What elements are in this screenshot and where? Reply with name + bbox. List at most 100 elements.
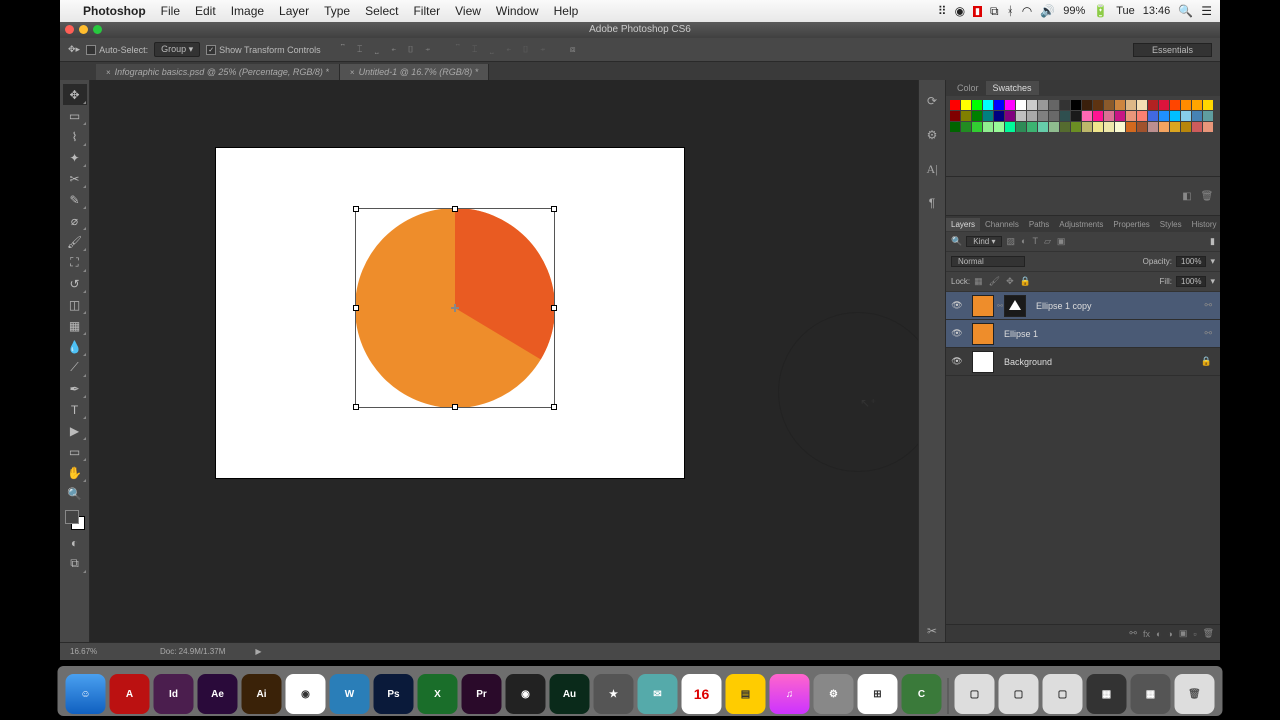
tab-channels[interactable]: Channels [980, 218, 1024, 231]
swatch[interactable] [1159, 122, 1169, 132]
swatch[interactable] [1104, 100, 1114, 110]
transform-controls-checkbox[interactable]: ✓Show Transform Controls [206, 45, 321, 55]
swatch[interactable] [1027, 111, 1037, 121]
dock-camtasia[interactable]: C [902, 674, 942, 714]
dock-finder[interactable]: ☺ [66, 674, 106, 714]
status-day[interactable]: Tue [1116, 5, 1135, 17]
status-wifi-icon[interactable]: ◠ [1022, 4, 1032, 18]
eyedropper-tool[interactable]: ✎ [63, 189, 87, 210]
blur-tool[interactable]: 💧 [63, 336, 87, 357]
transform-handle[interactable] [551, 404, 557, 410]
swatch[interactable] [1148, 100, 1158, 110]
swatch[interactable] [1170, 111, 1180, 121]
dock-folder[interactable]: ▢ [1043, 674, 1083, 714]
screenmode-tool[interactable]: ⧉ [63, 553, 87, 574]
swatch[interactable] [1170, 100, 1180, 110]
workspace-selector[interactable]: Essentials [1133, 43, 1212, 57]
tab-untitled[interactable]: ×Untitled-1 @ 16.7% (RGB/8) * [340, 64, 489, 80]
swatch[interactable] [1192, 100, 1202, 110]
visibility-toggle-icon[interactable]: 👁 [950, 299, 964, 313]
swatch[interactable] [1038, 100, 1048, 110]
menu-view[interactable]: View [455, 4, 481, 18]
menu-file[interactable]: File [161, 4, 180, 18]
tab-swatches[interactable]: Swatches [986, 81, 1039, 95]
swatch[interactable] [1148, 122, 1158, 132]
quickmask-tool[interactable]: ◐ [63, 532, 87, 553]
lasso-tool[interactable]: ⌇ [63, 126, 87, 147]
status-time[interactable]: 13:46 [1143, 5, 1171, 17]
doc-size[interactable]: Doc: 24.9M/1.37M [160, 647, 225, 656]
status-extensions-icon[interactable]: ⠿ [938, 4, 947, 18]
swatch[interactable] [1049, 100, 1059, 110]
menu-layer[interactable]: Layer [279, 4, 309, 18]
move-tool[interactable]: ✥ [63, 84, 87, 105]
pen-tool[interactable]: ✒ [63, 378, 87, 399]
status-menu-icon[interactable]: ▶ [255, 647, 261, 656]
dock-recent[interactable]: ▦ [1131, 674, 1171, 714]
align-left-icon[interactable]: ⍅ [386, 42, 402, 58]
swatch[interactable] [1093, 122, 1103, 132]
dock-excel[interactable]: X [418, 674, 458, 714]
swatch[interactable] [1115, 111, 1125, 121]
layer-thumbnail[interactable] [972, 295, 994, 317]
swatch[interactable] [1203, 122, 1213, 132]
layer-thumbnail[interactable] [972, 351, 994, 373]
auto-select-checkbox[interactable]: Auto-Select: [86, 45, 148, 55]
swatch[interactable] [1027, 100, 1037, 110]
brush-tool[interactable]: 🖌 [63, 231, 87, 252]
tab-color[interactable]: Color [950, 81, 986, 95]
minimize-button[interactable] [79, 25, 88, 34]
dock-trash[interactable]: 🗑 [1175, 674, 1215, 714]
dock-folder[interactable]: ▢ [999, 674, 1039, 714]
link-layers-icon[interactable]: ⚯ [1129, 628, 1137, 639]
swatch[interactable] [1027, 122, 1037, 132]
swatch[interactable] [1005, 111, 1015, 121]
notification-center-icon[interactable]: ☰ [1201, 4, 1212, 18]
swatch[interactable] [1192, 111, 1202, 121]
swatch[interactable] [1159, 111, 1169, 121]
lock-position-icon[interactable]: ✥ [1006, 276, 1014, 287]
menu-edit[interactable]: Edit [195, 4, 216, 18]
dock-premiere[interactable]: Pr [462, 674, 502, 714]
swatch[interactable] [983, 100, 993, 110]
wand-tool[interactable]: ✦ [63, 147, 87, 168]
layer-row[interactable]: 👁⚯Ellipse 1 copy⚯ [946, 292, 1220, 320]
swatch[interactable] [1060, 122, 1070, 132]
swatch[interactable] [983, 111, 993, 121]
fill-value[interactable]: 100% [1176, 276, 1206, 287]
spotlight-icon[interactable]: 🔍 [1178, 4, 1193, 18]
layer-row[interactable]: 👁Ellipse 1⚯ [946, 320, 1220, 348]
transform-bbox[interactable] [355, 208, 555, 408]
close-button[interactable] [65, 25, 74, 34]
hand-tool[interactable]: ✋ [63, 462, 87, 483]
swatch[interactable] [994, 111, 1004, 121]
swatch[interactable] [972, 111, 982, 121]
filter-toggle-icon[interactable]: ▮ [1210, 236, 1215, 247]
swatch[interactable] [1038, 122, 1048, 132]
color-swatches[interactable] [63, 508, 87, 532]
canvas[interactable]: ↖⁺ [90, 80, 918, 642]
swatch[interactable] [1016, 122, 1026, 132]
swatch[interactable] [1093, 100, 1103, 110]
transform-handle[interactable] [452, 404, 458, 410]
layer-fx-icon[interactable]: fx [1143, 629, 1150, 639]
align-hcenter-icon[interactable]: ⌷ [403, 42, 419, 58]
transform-handle[interactable] [452, 206, 458, 212]
swatch[interactable] [994, 100, 1004, 110]
new-layer-icon[interactable]: ▫ [1193, 629, 1196, 639]
eraser-tool[interactable]: ◫ [63, 294, 87, 315]
3d-mode-icon[interactable]: ⧈ [565, 42, 581, 58]
zoom-level[interactable]: 16.67% [70, 647, 130, 656]
dock-aftereffects[interactable]: Ae [198, 674, 238, 714]
tab-paths[interactable]: Paths [1024, 218, 1054, 231]
tab-styles[interactable]: Styles [1155, 218, 1187, 231]
swatch[interactable] [1104, 122, 1114, 132]
auto-select-dropdown[interactable]: Group ▾ [154, 42, 200, 57]
layer-name[interactable]: Ellipse 1 copy [1036, 301, 1092, 311]
swatch[interactable] [983, 122, 993, 132]
swatch[interactable] [1049, 111, 1059, 121]
dock-indesign[interactable]: Id [154, 674, 194, 714]
tab-close-icon[interactable]: × [350, 68, 355, 77]
dock-chrome[interactable]: ◉ [286, 674, 326, 714]
menu-image[interactable]: Image [231, 4, 264, 18]
